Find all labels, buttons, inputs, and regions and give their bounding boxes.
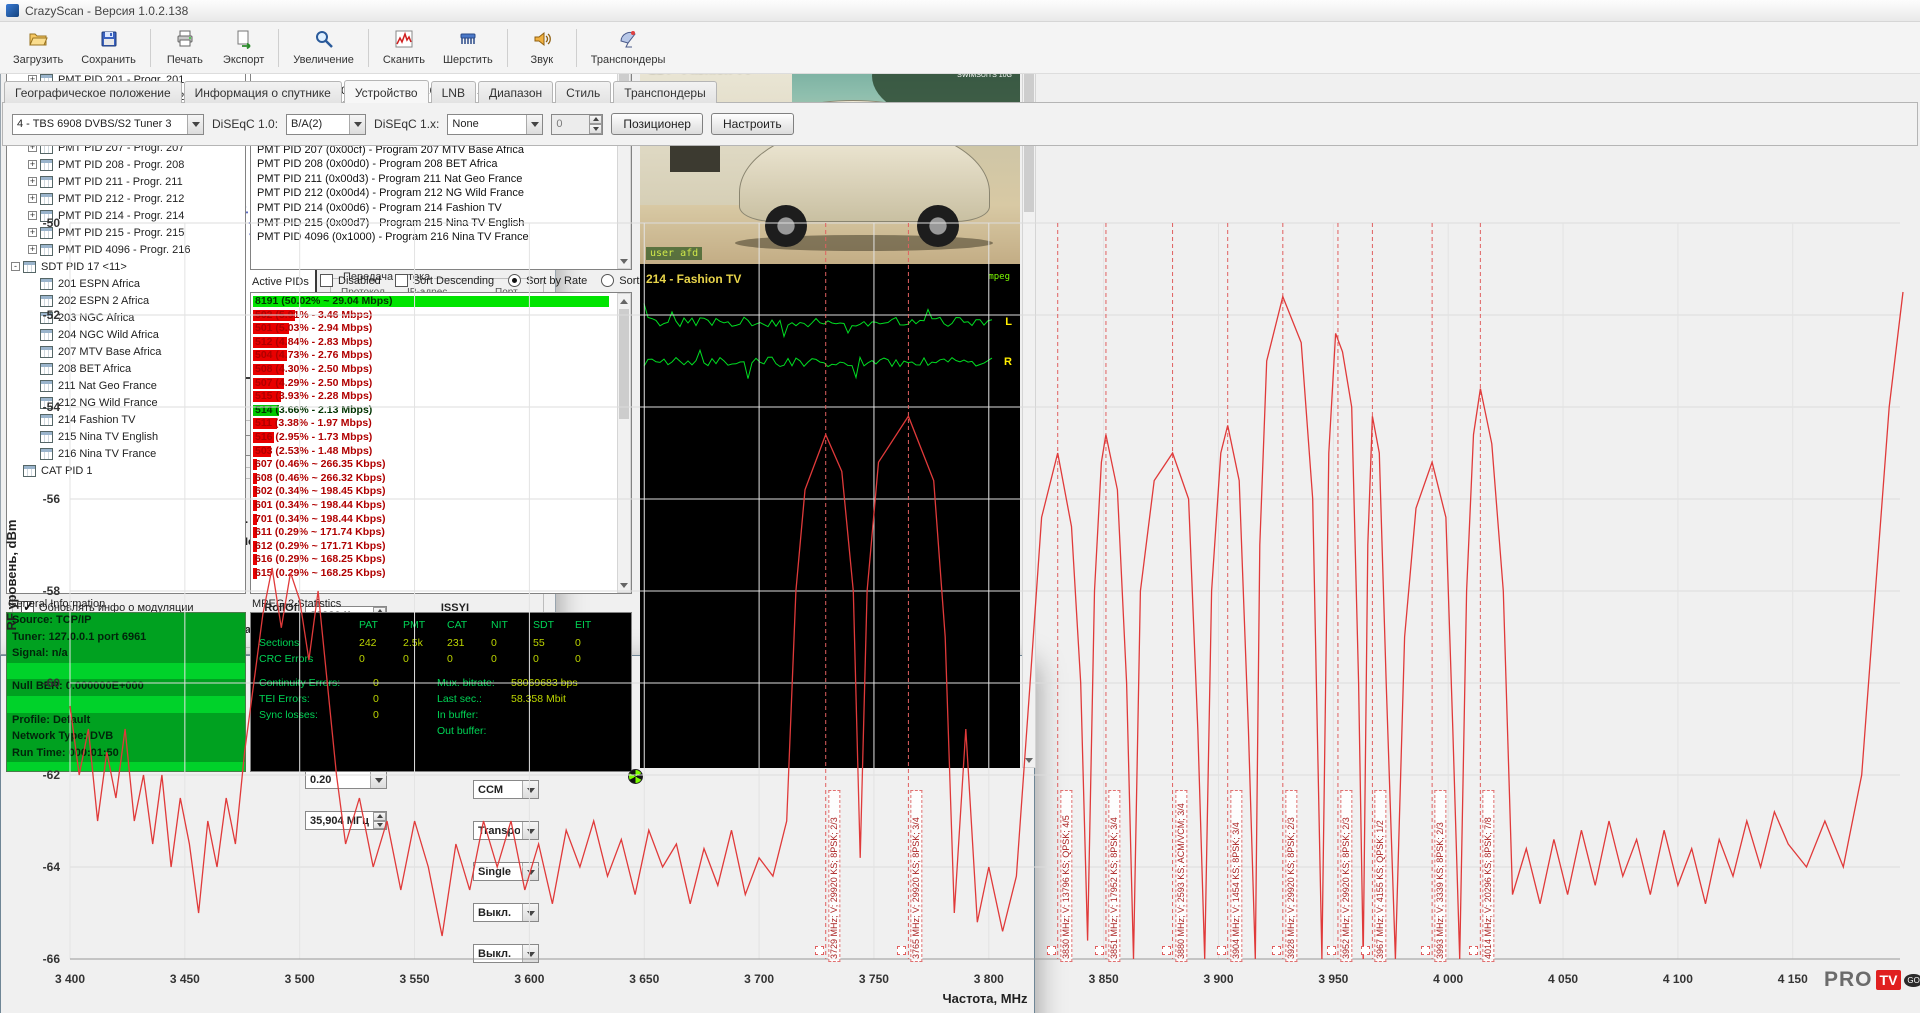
- svg-text:3 550: 3 550: [400, 972, 430, 986]
- svg-text:-50: -50: [43, 216, 61, 230]
- tab-LNB[interactable]: LNB: [431, 81, 476, 103]
- toolbar-button-comb[interactable]: Шерстить: [435, 25, 501, 71]
- svg-text:3 950: 3 950: [1318, 972, 1348, 986]
- toolbar-button-printer[interactable]: Печать: [157, 25, 213, 71]
- crazyscan-toolbar: Загрузить Сохранить Печать Экспорт Увеличени…: [0, 22, 1920, 74]
- svg-text:4 100: 4 100: [1663, 972, 1693, 986]
- svg-text:4 000: 4 000: [1433, 972, 1463, 986]
- satellite-icon: [618, 29, 638, 52]
- crazyscan-title: CrazyScan - Версия 1.0.2.138: [25, 4, 188, 18]
- toolbar-button-label: Загрузить: [13, 54, 63, 66]
- svg-text:3 700: 3 700: [744, 972, 774, 986]
- position-spinner[interactable]: 0: [551, 114, 603, 135]
- toolbar-button-label: Шерстить: [443, 54, 493, 66]
- svg-text:3 600: 3 600: [514, 972, 544, 986]
- chevron-down-icon[interactable]: [526, 115, 542, 134]
- speaker-icon: [532, 29, 552, 52]
- device-toolbar: 4 - TBS 6908 DVBS/S2 Tuner 3 DiSEqC 1.0:…: [12, 113, 794, 135]
- diseqc1x-select[interactable]: None: [447, 114, 543, 135]
- toolbar-button-magnifier[interactable]: Увеличение: [285, 25, 362, 71]
- svg-text:4 150: 4 150: [1778, 972, 1808, 986]
- tab-Географическое положение[interactable]: Географическое положение: [4, 81, 182, 103]
- tuner-select[interactable]: 4 - TBS 6908 DVBS/S2 Tuner 3: [12, 114, 204, 135]
- toolbar-button-label: Экспорт: [223, 54, 264, 66]
- svg-text:-66: -66: [43, 952, 61, 966]
- toolbar-separator: [278, 29, 279, 67]
- svg-text:3 900: 3 900: [1203, 972, 1233, 986]
- diseqc1x-value: None: [452, 118, 524, 130]
- watermark-pro: PRO: [1824, 968, 1873, 992]
- svg-text:3 400: 3 400: [55, 972, 85, 986]
- toolbar-separator: [507, 29, 508, 67]
- toolbar-button-label: Сохранить: [81, 54, 136, 66]
- desktop: -50 -52 -54 -56 -58 -60 -62 -64 -66 3 400 3 450 3 5…: [0, 0, 1920, 1013]
- position-value: 0: [556, 118, 587, 130]
- toolbar-button-export[interactable]: Экспорт: [215, 25, 272, 71]
- svg-text:3 750: 3 750: [859, 972, 889, 986]
- toolbar-button-label: Увеличение: [293, 54, 354, 66]
- svg-text:3 850: 3 850: [1089, 972, 1119, 986]
- save-disk-icon: [99, 29, 119, 52]
- tab-Устройство[interactable]: Устройство: [344, 80, 429, 103]
- diseqc1x-label: DiSEqC 1.x:: [374, 117, 439, 131]
- positioner-button[interactable]: Позиционер: [611, 113, 703, 135]
- diseqc10-select[interactable]: B/A(2): [286, 114, 366, 135]
- watermark-tv: TV: [1876, 970, 1902, 990]
- toolbar-button-label: Печать: [167, 54, 203, 66]
- crazyscan-titlebar[interactable]: CrazyScan - Версия 1.0.2.138: [0, 0, 1920, 22]
- tab-Диапазон[interactable]: Диапазон: [478, 81, 553, 103]
- toolbar-separator: [150, 29, 151, 67]
- svg-text:3 800: 3 800: [974, 972, 1004, 986]
- spectrum-chart: -50 -52 -54 -56 -58 -60 -62 -64 -66 3 400 3 450 3 5…: [0, 0, 1920, 1013]
- svg-text:3 650: 3 650: [629, 972, 659, 986]
- toolbar-button-scan[interactable]: Сканить: [375, 25, 433, 71]
- svg-text:-60: -60: [43, 676, 61, 690]
- tab-Информация о спутнике[interactable]: Информация о спутнике: [184, 81, 342, 103]
- toolbar-button-label: Звук: [530, 54, 553, 66]
- tuner-value: 4 - TBS 6908 DVBS/S2 Tuner 3: [17, 118, 185, 130]
- toolbar-button-satellite[interactable]: Транспондеры: [583, 25, 674, 71]
- diseqc10-label: DiSEqC 1.0:: [212, 117, 278, 131]
- spinner-buttons[interactable]: [589, 115, 602, 134]
- svg-text:3 500: 3 500: [285, 972, 315, 986]
- svg-text:-64: -64: [43, 860, 61, 874]
- toolbar-separator: [368, 29, 369, 67]
- diseqc10-value: B/A(2): [291, 118, 347, 130]
- comb-icon: [458, 29, 478, 52]
- svg-text:-52: -52: [43, 308, 61, 322]
- svg-text:-62: -62: [43, 768, 61, 782]
- chevron-down-icon[interactable]: [187, 115, 203, 134]
- crazyscan-tabs: Географическое положениеИнформация о спу…: [4, 79, 719, 103]
- open-folder-icon: [28, 29, 48, 52]
- svg-text:-56: -56: [43, 492, 61, 506]
- toolbar-button-label: Сканить: [383, 54, 425, 66]
- tab-Транспондеры[interactable]: Транспондеры: [613, 81, 716, 103]
- toolbar-button-speaker[interactable]: Звук: [514, 25, 570, 71]
- crazyscan-app-icon: [6, 4, 19, 17]
- toolbar-separator: [576, 29, 577, 67]
- printer-icon: [175, 29, 195, 52]
- scan-icon: [394, 29, 414, 52]
- setup-button[interactable]: Настроить: [711, 113, 794, 135]
- toolbar-button-save-disk[interactable]: Сохранить: [73, 25, 144, 71]
- svg-text:3 450: 3 450: [170, 972, 200, 986]
- toolbar-button-open-folder[interactable]: Загрузить: [5, 25, 71, 71]
- chevron-down-icon[interactable]: [349, 115, 365, 134]
- svg-text:-58: -58: [43, 584, 61, 598]
- pro-tv-watermark: PRO TV GO: [1824, 968, 1920, 992]
- export-icon: [234, 29, 254, 52]
- tab-Стиль[interactable]: Стиль: [555, 81, 611, 103]
- toolbar-button-label: Транспондеры: [591, 54, 666, 66]
- svg-text:Частота, MHz: Частота, MHz: [943, 991, 1028, 1006]
- magnifier-icon: [314, 29, 334, 52]
- svg-text:RF уровень, dBm: RF уровень, dBm: [4, 520, 19, 631]
- watermark-go: GO: [1904, 974, 1920, 987]
- svg-text:-54: -54: [43, 400, 61, 414]
- svg-text:4 050: 4 050: [1548, 972, 1578, 986]
